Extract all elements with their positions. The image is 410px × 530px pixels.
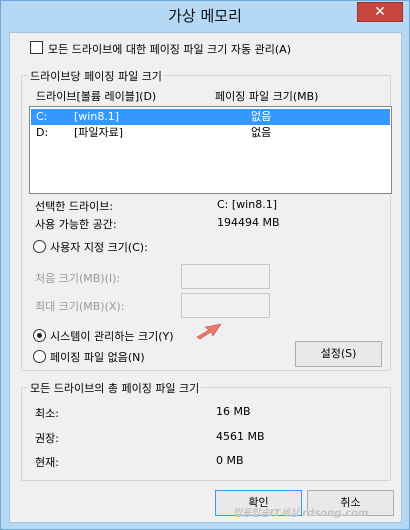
recommended-size-value: 4561 MB bbox=[216, 430, 265, 443]
current-size-value: 0 MB bbox=[216, 454, 244, 467]
drive-label: [파일자료] bbox=[74, 126, 124, 139]
drive-letter: C: bbox=[36, 110, 48, 123]
drive-column-header: 드라이브[볼륨 레이블](D) bbox=[36, 90, 157, 103]
totals-group: 모든 드라이브의 총 페이징 파일 크기 bbox=[21, 380, 391, 481]
selected-drive-value: C: [win8.1] bbox=[217, 198, 277, 211]
selected-drive-label: 선택한 드라이브: bbox=[35, 200, 114, 213]
radio-selected-dot bbox=[37, 333, 42, 338]
drive-row-c[interactable]: C: [win8.1] 없음 bbox=[31, 109, 390, 125]
max-size-input[interactable] bbox=[181, 293, 270, 318]
custom-size-label[interactable]: 사용자 지정 크기(C): bbox=[50, 239, 148, 255]
drive-letter: D: bbox=[36, 126, 49, 139]
max-size-label: 최대 크기(MB)(X): bbox=[35, 300, 125, 313]
dialog-body: 모든 드라이브에 대한 페이징 파일 크기 자동 관리(A) 드라이브당 페이징… bbox=[9, 32, 402, 523]
size-column-header: 페이징 파일 크기(MB) bbox=[215, 90, 319, 103]
auto-manage-checkbox[interactable] bbox=[30, 41, 43, 54]
per-drive-group-title: 드라이브당 페이징 파일 크기 bbox=[28, 68, 164, 84]
no-paging-label[interactable]: 페이징 파일 없음(N) bbox=[50, 349, 145, 365]
current-size-label: 현재: bbox=[35, 456, 59, 469]
arrow-icon bbox=[196, 323, 222, 340]
drive-size: 없음 bbox=[251, 126, 272, 139]
close-icon: ✕ bbox=[374, 4, 386, 20]
drive-size: 없음 bbox=[251, 110, 272, 123]
free-space-value: 194494 MB bbox=[217, 216, 280, 229]
system-managed-label[interactable]: 시스템이 관리하는 크기(Y) bbox=[50, 328, 174, 344]
totals-group-title: 모든 드라이브의 총 페이징 파일 크기 bbox=[28, 380, 202, 396]
min-size-label: 최소: bbox=[35, 407, 59, 420]
drive-list[interactable]: C: [win8.1] 없음 D: [파일자료] 없음 bbox=[29, 106, 392, 194]
set-button[interactable]: 설정(S) bbox=[295, 341, 382, 367]
watermark: 밥동밥송IT세상 rdsong.com bbox=[233, 508, 369, 519]
system-managed-radio[interactable] bbox=[33, 329, 46, 342]
drive-row-d[interactable]: D: [파일자료] 없음 bbox=[31, 125, 390, 141]
window-title: 가상 메모리 bbox=[168, 7, 242, 25]
close-button[interactable]: ✕ bbox=[357, 2, 403, 22]
min-size-value: 16 MB bbox=[216, 405, 251, 418]
initial-size-input[interactable] bbox=[181, 264, 270, 289]
free-space-label: 사용 가능한 공간: bbox=[35, 218, 117, 231]
initial-size-label: 처음 크기(MB)(I): bbox=[35, 272, 121, 285]
drive-label: [win8.1] bbox=[74, 110, 120, 123]
dialog-window: 가상 메모리 ✕ 모든 드라이브에 대한 페이징 파일 크기 자동 관리(A) … bbox=[0, 0, 410, 530]
no-paging-radio[interactable] bbox=[33, 350, 46, 363]
custom-size-radio[interactable] bbox=[33, 240, 46, 253]
auto-manage-label[interactable]: 모든 드라이브에 대한 페이징 파일 크기 자동 관리(A) bbox=[48, 41, 291, 57]
recommended-size-label: 권장: bbox=[35, 432, 59, 445]
